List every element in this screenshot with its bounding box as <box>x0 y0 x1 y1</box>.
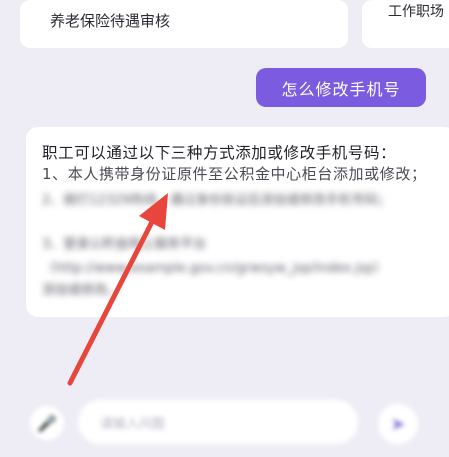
chat-input[interactable]: 请输入问题 <box>78 400 358 444</box>
chat-input-placeholder: 请输入问题 <box>100 417 166 432</box>
microphone-icon[interactable]: 🎤 <box>30 406 64 440</box>
send-icon[interactable]: ➤ <box>378 404 418 444</box>
annotation-arrow-icon <box>67 193 168 386</box>
input-bar: 🎤 请输入问题 ➤ <box>0 390 449 457</box>
